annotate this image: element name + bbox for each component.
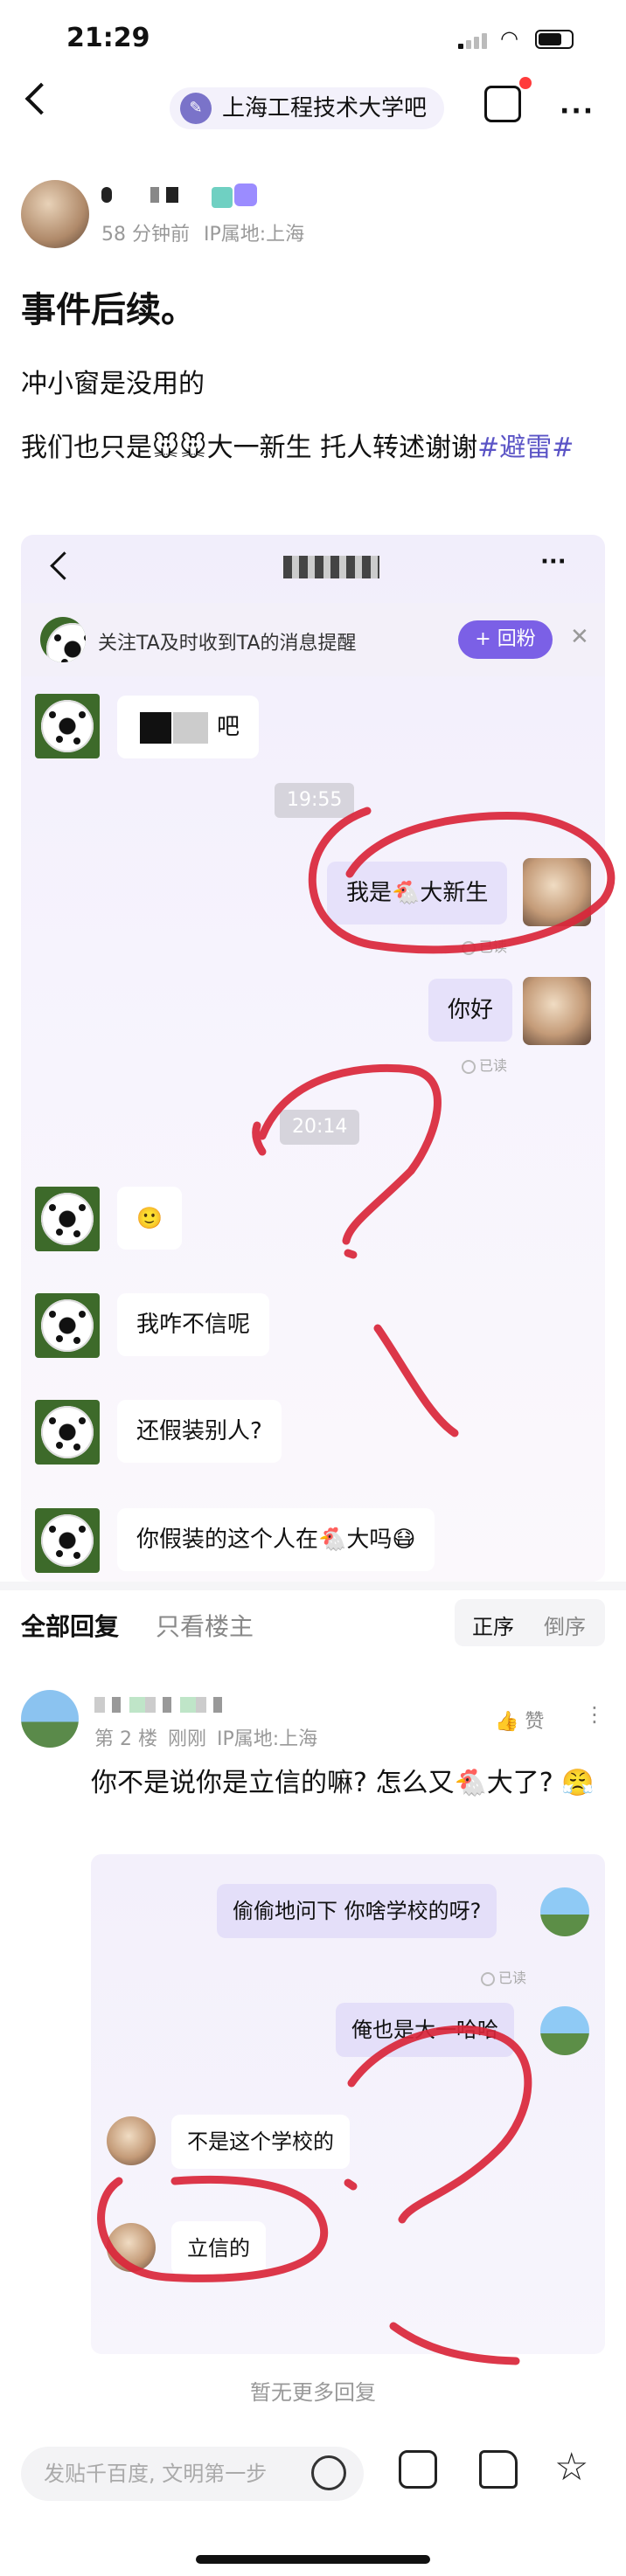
chat-bubble-me: 你好 (428, 979, 513, 1042)
soccer-ball-avatar (35, 1293, 100, 1358)
compose-icon[interactable] (484, 86, 521, 122)
time-divider: 19:55 (275, 783, 355, 818)
chat-bubble-other: 我咋不信呢 (117, 1293, 270, 1356)
chat-bubble-other: 🙂 (117, 1187, 182, 1250)
close-icon: ✕ (570, 624, 589, 650)
soccer-ball-avatar (35, 1508, 100, 1573)
chat-bubble-me: 我是🐔大新生 (327, 862, 508, 924)
notification-dot (519, 77, 532, 89)
section-divider (0, 1582, 626, 1590)
thumbs-up-icon: 👍 (495, 1711, 519, 1733)
comment-more-icon[interactable]: ⋮ (584, 1702, 605, 1727)
chat-bubble-other: 还假装别人? (117, 1400, 282, 1463)
chat-bubble-me: 偷偷地问下 你啥学校的呀? (217, 1884, 497, 1938)
comment-ip: IP属地:上海 (217, 1728, 318, 1750)
chat-bubble-other: 不是这个学校的 (171, 2115, 350, 2169)
chat-back-icon (50, 551, 79, 580)
chat-bubble-other: 立信的 (171, 2221, 266, 2275)
post-title: 事件后续。 (21, 290, 196, 330)
user-avatar-small (107, 2223, 156, 2272)
comment-input-placeholder: 发贴千百度, 文明第一步 (44, 2462, 268, 2486)
post-tag[interactable]: #避雷# (477, 433, 574, 463)
chat-bubble-other: 你假装的这个人在🐔大吗😷 (117, 1508, 435, 1571)
post-line-2-text: 我们也只是🐭🐭大一新生 托人转述谢谢 (21, 433, 478, 463)
forum-title: 上海工程技术大学吧 (222, 95, 428, 121)
like-button[interactable]: 👍 赞 (495, 1706, 544, 1734)
read-receipt: 已读 (462, 935, 507, 956)
chat-title-obscured (283, 556, 379, 578)
commenter-avatar-small (540, 2006, 589, 2055)
signal-icon (458, 31, 490, 49)
thumbs-up-icon[interactable] (479, 2450, 518, 2489)
chat-bubble-obscured: 吧 (117, 696, 260, 758)
sort-ascending-button[interactable]: 正序 (472, 1610, 514, 1640)
reply-icon[interactable] (399, 2450, 437, 2489)
commenter-avatar-small (540, 1887, 589, 1936)
chat-screenshot-1[interactable]: ··· 关注TA及时收到TA的消息提醒 + 回粉 ✕ 吧 19:55 我是🐔大新… (21, 535, 605, 1582)
sort-descending-button[interactable]: 倒序 (544, 1610, 586, 1640)
back-icon[interactable] (24, 82, 58, 115)
like-label: 赞 (525, 1711, 545, 1733)
soccer-ball-avatar (35, 1400, 100, 1465)
soccer-ball-avatar (35, 694, 100, 758)
comment-meta: 第 2 楼刚刚 IP属地:上海 (94, 1723, 328, 1751)
comment-text: 你不是说你是立信的嘛? 怎么又🐔大了? 😤 (91, 1768, 595, 1798)
post-line-2: 我们也只是🐭🐭大一新生 托人转述谢谢#避雷# (21, 425, 607, 472)
emoji-icon[interactable] (311, 2455, 346, 2490)
author-avatar[interactable] (21, 180, 89, 248)
post-ip: IP属地:上海 (204, 224, 305, 246)
bar-logo-icon: ✎ (180, 93, 212, 124)
user-avatar (523, 858, 591, 926)
commenter-avatar[interactable] (21, 1690, 79, 1748)
status-time: 21:29 (66, 23, 150, 53)
follow-back-button: + 回粉 (458, 620, 553, 659)
user-avatar-small (107, 2116, 156, 2165)
msg-ba: 吧 (217, 714, 240, 740)
user-avatar (523, 977, 591, 1045)
read-receipt: 已读 (481, 1966, 526, 1987)
comment-floor: 第 2 楼 (94, 1728, 157, 1750)
post-line-1: 冲小窗是没用的 (21, 369, 205, 399)
tab-all-replies[interactable]: 全部回复 (21, 1608, 119, 1643)
author-name-obscured[interactable] (101, 187, 178, 206)
soccer-ball-avatar (40, 617, 86, 662)
read-receipt: 已读 (462, 1054, 507, 1075)
level-badge (212, 187, 233, 208)
star-icon[interactable]: ☆ (554, 2445, 588, 2489)
tab-host-only[interactable]: 只看楼主 (156, 1608, 254, 1643)
more-icon[interactable]: ··· (560, 96, 595, 127)
comment-time: 刚刚 (167, 1728, 206, 1750)
chat-screenshot-2[interactable]: 偷偷地问下 你啥学校的呀? 已读 俺也是大一哈哈 不是这个学校的 立信的 (91, 1854, 605, 2354)
home-indicator (196, 2555, 430, 2564)
follow-notice-text: 关注TA及时收到TA的消息提醒 (98, 633, 357, 654)
member-badge (234, 184, 257, 206)
battery-icon (535, 30, 574, 49)
chat-more-icon: ··· (540, 549, 567, 575)
time-divider: 20:14 (280, 1110, 360, 1145)
wifi-icon: ◠ (500, 26, 518, 51)
no-more-replies: 暂无更多回复 (250, 2380, 376, 2405)
chat-bubble-me: 俺也是大一哈哈 (336, 2003, 514, 2057)
soccer-ball-avatar (35, 1187, 100, 1251)
post-meta: 58 分钟前 IP属地:上海 (101, 218, 318, 246)
post-time: 58 分钟前 (101, 224, 190, 246)
smile-emoji: 🙂 (136, 1206, 163, 1230)
commenter-name-obscured[interactable] (94, 1697, 226, 1713)
